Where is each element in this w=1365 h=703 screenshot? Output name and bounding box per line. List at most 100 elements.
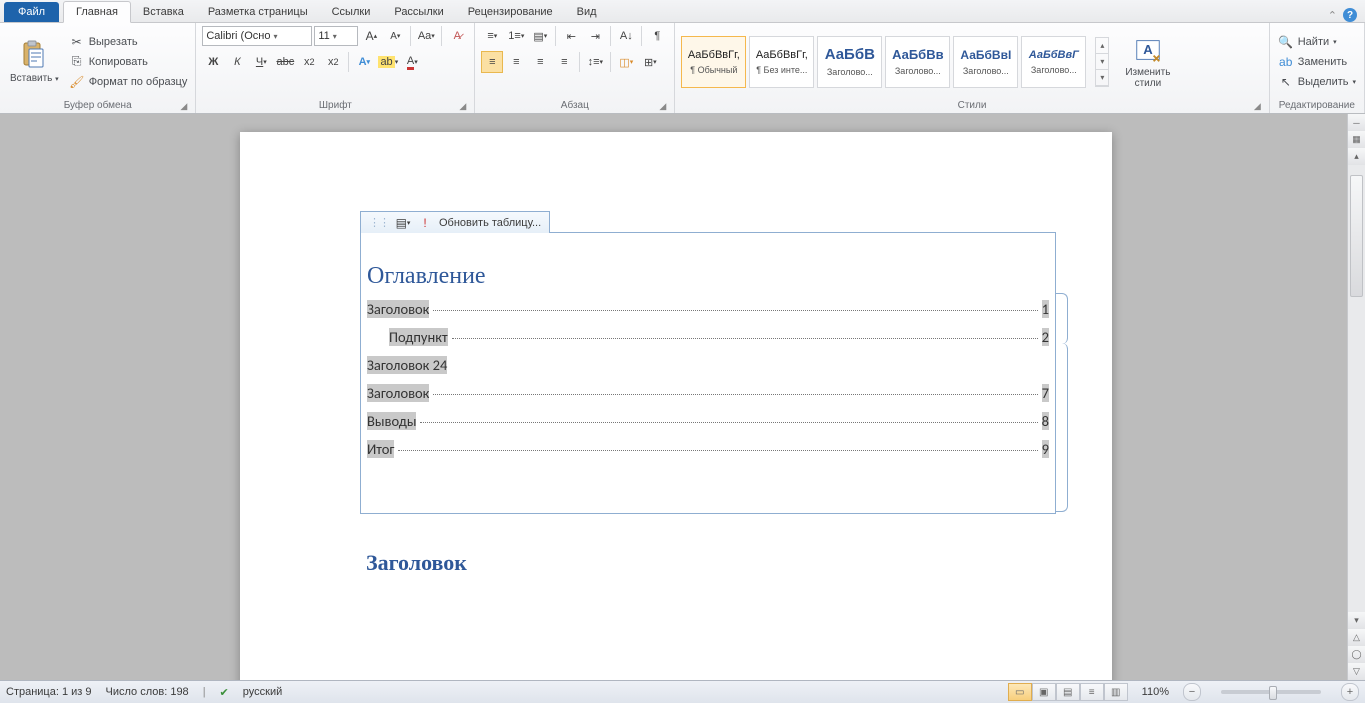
shading-button[interactable]: ◫▾ [615,51,637,73]
format-painter-button[interactable]: 🖌Формат по образцу [67,73,190,91]
prev-page-icon[interactable]: △ [1348,629,1365,646]
highlight-button[interactable]: ab▾ [377,51,399,73]
font-size-combo[interactable]: 11▾ [314,26,358,46]
tab-insert[interactable]: Вставка [131,2,196,22]
style-gallery-scroll[interactable]: ▴▾▾ [1095,37,1109,87]
shrink-font-button[interactable]: A▾ [384,25,406,47]
minimize-ribbon-icon[interactable]: ⌃ [1328,9,1337,22]
bullets-button[interactable]: ≡▾ [481,25,503,47]
style-gallery[interactable]: АаБбВвГг,¶ ОбычныйАаБбВвГг,¶ Без инте...… [681,36,1089,88]
help-icon[interactable]: ? [1343,8,1357,22]
vertical-scrollbar[interactable]: ─ ▦ ▴ ▾ △ ◯ ▽ [1347,114,1365,680]
styles-launcher-icon[interactable]: ◢ [1254,101,1261,112]
view-print-layout[interactable]: ▭ [1008,683,1032,701]
toc-row-3[interactable]: Заголовок 7 [367,384,1049,402]
toc-brace-top [1055,293,1068,344]
subscript-button[interactable]: x2 [298,51,320,73]
bold-button[interactable]: Ж [202,51,224,73]
tab-references[interactable]: Ссылки [320,2,383,22]
style-item-2[interactable]: АаБбВЗаголово... [817,36,882,88]
select-button[interactable]: ↖Выделить ▾ [1276,73,1358,91]
style-item-1[interactable]: АаБбВвГг,¶ Без инте... [749,36,814,88]
paragraph-launcher-icon[interactable]: ◢ [659,101,666,112]
font-launcher-icon[interactable]: ◢ [459,101,466,112]
cut-button[interactable]: ✂Вырезать [67,33,190,51]
replace-button[interactable]: abЗаменить [1276,53,1358,71]
view-full-reading[interactable]: ▣ [1032,683,1056,701]
scroll-down-icon[interactable]: ▾ [1348,612,1365,629]
grow-font-button[interactable]: A▴ [360,25,382,47]
browse-object-icon[interactable]: ◯ [1348,646,1365,663]
line-spacing-button[interactable]: ↕≡▾ [584,51,606,73]
tab-home[interactable]: Главная [63,1,131,23]
status-bar: Страница: 1 из 9 Число слов: 198 | ✔ рус… [0,680,1365,703]
status-page[interactable]: Страница: 1 из 9 [6,686,92,698]
style-item-3[interactable]: АаБбВвЗаголово... [885,36,950,88]
style-name: Заголово... [895,66,941,76]
proofing-icon[interactable]: ✔ [220,686,229,699]
font-name-combo[interactable]: Calibri (Осно▾ [202,26,312,46]
zoom-level[interactable]: 110% [1142,686,1169,698]
view-outline[interactable]: ≡ [1080,683,1104,701]
update-toc-button[interactable]: Обновить таблицу... [439,217,541,229]
scroll-track[interactable] [1348,165,1365,612]
toc-row-0[interactable]: Заголовок 1 [367,300,1049,318]
toc-field[interactable]: ⋮⋮ ▤▾ ! Обновить таблицу... Оглавление З… [360,232,1056,514]
copy-button[interactable]: ⎘Копировать [67,53,190,71]
clipboard-launcher-icon[interactable]: ◢ [180,101,187,112]
toc-row-1[interactable]: Подпункт 2 [367,328,1049,346]
zoom-in-button[interactable]: + [1341,683,1359,701]
show-marks-button[interactable]: ¶ [646,25,668,47]
zoom-knob[interactable] [1269,686,1277,700]
split-icon[interactable]: ─ [1348,114,1365,131]
zoom-out-button[interactable]: − [1183,683,1201,701]
numbering-button[interactable]: 1≡▾ [505,25,527,47]
change-case-button[interactable]: Aa▾ [415,25,437,47]
multilevel-button[interactable]: ▤▾ [529,25,551,47]
justify-button[interactable]: ≡ [553,51,575,73]
next-page-icon[interactable]: ▽ [1348,663,1365,680]
find-button[interactable]: 🔍Найти ▾ [1276,33,1358,51]
scroll-thumb[interactable] [1350,175,1363,297]
toc-menu-icon[interactable]: ▤▾ [395,215,411,231]
borders-button[interactable]: ⊞▾ [639,51,661,73]
tab-page-layout[interactable]: Разметка страницы [196,2,320,22]
view-web[interactable]: ▤ [1056,683,1080,701]
font-color-button[interactable]: A▾ [401,51,423,73]
change-styles-button[interactable]: A Изменить стили [1121,33,1174,91]
clear-formatting-button[interactable]: A̷ [446,25,468,47]
align-right-button[interactable]: ≡ [529,51,551,73]
paste-button[interactable]: Вставить ▾ [6,37,63,87]
align-center-button[interactable]: ≡ [505,51,527,73]
style-name: ¶ Обычный [690,65,737,75]
toc-row-5[interactable]: Итог 9 [367,440,1049,458]
document-area[interactable]: ⋮⋮ ▤▾ ! Обновить таблицу... Оглавление З… [0,114,1365,680]
decrease-indent-button[interactable]: ⇤ [560,25,582,47]
text-effects-button[interactable]: A▾ [353,51,375,73]
style-preview: АаБбВ [825,46,875,63]
tab-view[interactable]: Вид [565,2,609,22]
sort-button[interactable]: A↓ [615,25,637,47]
style-item-5[interactable]: АаБбВвГЗаголово... [1021,36,1086,88]
zoom-slider[interactable] [1221,690,1321,694]
tab-mailings[interactable]: Рассылки [382,2,455,22]
style-item-0[interactable]: АаБбВвГг,¶ Обычный [681,36,746,88]
increase-indent-button[interactable]: ⇥ [584,25,606,47]
scroll-up-icon[interactable]: ▴ [1348,148,1365,165]
strike-button[interactable]: abc [274,51,296,73]
toc-grip-icon[interactable]: ⋮⋮ [369,216,389,229]
style-item-4[interactable]: АаБбВвIЗаголово... [953,36,1018,88]
toc-row-4[interactable]: Выводы 8 [367,412,1049,430]
status-word-count[interactable]: Число слов: 198 [106,686,189,698]
superscript-button[interactable]: x2 [322,51,344,73]
status-language[interactable]: русский [243,686,282,698]
align-left-button[interactable]: ≡ [481,51,503,73]
tab-review[interactable]: Рецензирование [456,2,565,22]
tab-file[interactable]: Файл [4,2,59,22]
view-draft[interactable]: ▥ [1104,683,1128,701]
ruler-toggle-icon[interactable]: ▦ [1348,131,1365,148]
italic-button[interactable]: К [226,51,248,73]
heading-1[interactable]: Заголовок [366,550,467,576]
underline-button[interactable]: Ч▾ [250,51,272,73]
toc-row-2[interactable]: Заголовок 24 [367,356,1049,374]
